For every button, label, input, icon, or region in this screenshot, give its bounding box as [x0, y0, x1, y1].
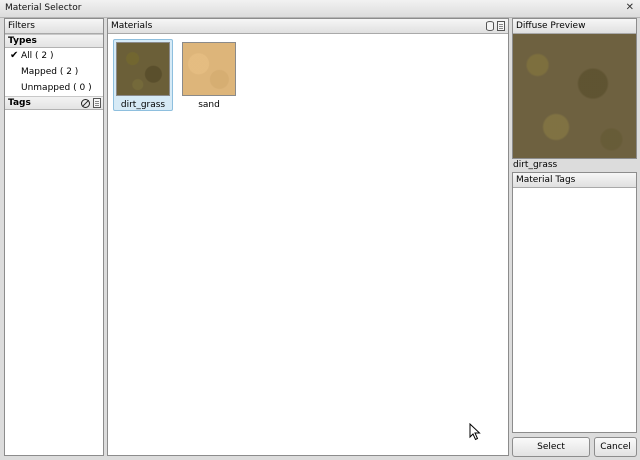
material-thumbnail [182, 42, 236, 96]
preview-material-name: dirt_grass [513, 160, 558, 170]
tag-list-icon[interactable] [93, 98, 101, 108]
filters-panel: Filters Types ✔ All ( 2 ) Mapped ( 2 ) U… [4, 18, 104, 456]
filter-type-mapped[interactable]: Mapped ( 2 ) [5, 64, 103, 80]
materials-header-icons [486, 21, 505, 31]
cancel-button[interactable]: Cancel [594, 437, 637, 457]
checkmark-icon: ✔ [10, 50, 19, 61]
materials-header: Materials [108, 19, 508, 34]
material-name: sand [198, 100, 220, 110]
types-section-header: Types [5, 34, 103, 48]
diffuse-preview-image [513, 34, 636, 158]
filter-type-all[interactable]: ✔ All ( 2 ) [5, 48, 103, 64]
page-icon[interactable] [497, 21, 505, 31]
material-tile-dirt-grass[interactable]: dirt_grass [113, 39, 173, 111]
tags-section-header: Tags [5, 96, 103, 110]
filter-type-label: Mapped ( 2 ) [21, 67, 79, 77]
clear-tags-icon[interactable] [81, 98, 90, 108]
materials-header-label: Materials [111, 21, 153, 31]
material-thumbnail [116, 42, 170, 96]
tags-header-label: Tags [8, 98, 31, 108]
diffuse-preview-panel: Diffuse Preview [512, 18, 637, 159]
filters-header: Filters [5, 19, 103, 34]
material-tags-header: Material Tags [513, 173, 636, 188]
select-button[interactable]: Select [512, 437, 590, 457]
filter-type-unmapped[interactable]: Unmapped ( 0 ) [5, 80, 103, 96]
database-icon[interactable] [486, 21, 494, 31]
materials-grid: dirt_grass sand [113, 39, 239, 111]
tags-header-icons [81, 97, 101, 109]
materials-panel: Materials dirt_grass sand [107, 18, 509, 456]
material-name: dirt_grass [120, 100, 166, 110]
window-title: Material Selector [5, 3, 82, 13]
material-tile-sand[interactable]: sand [179, 39, 239, 111]
filter-type-label: Unmapped ( 0 ) [21, 83, 92, 93]
mouse-cursor-icon [469, 423, 481, 441]
material-selector-window: Material Selector ✕ Filters Types ✔ All … [0, 0, 640, 460]
material-tags-panel: Material Tags [512, 172, 637, 433]
filter-type-label: All ( 2 ) [21, 51, 54, 61]
title-bar[interactable]: Material Selector ✕ [0, 0, 640, 18]
close-icon[interactable]: ✕ [626, 2, 634, 13]
diffuse-preview-header: Diffuse Preview [513, 19, 636, 34]
